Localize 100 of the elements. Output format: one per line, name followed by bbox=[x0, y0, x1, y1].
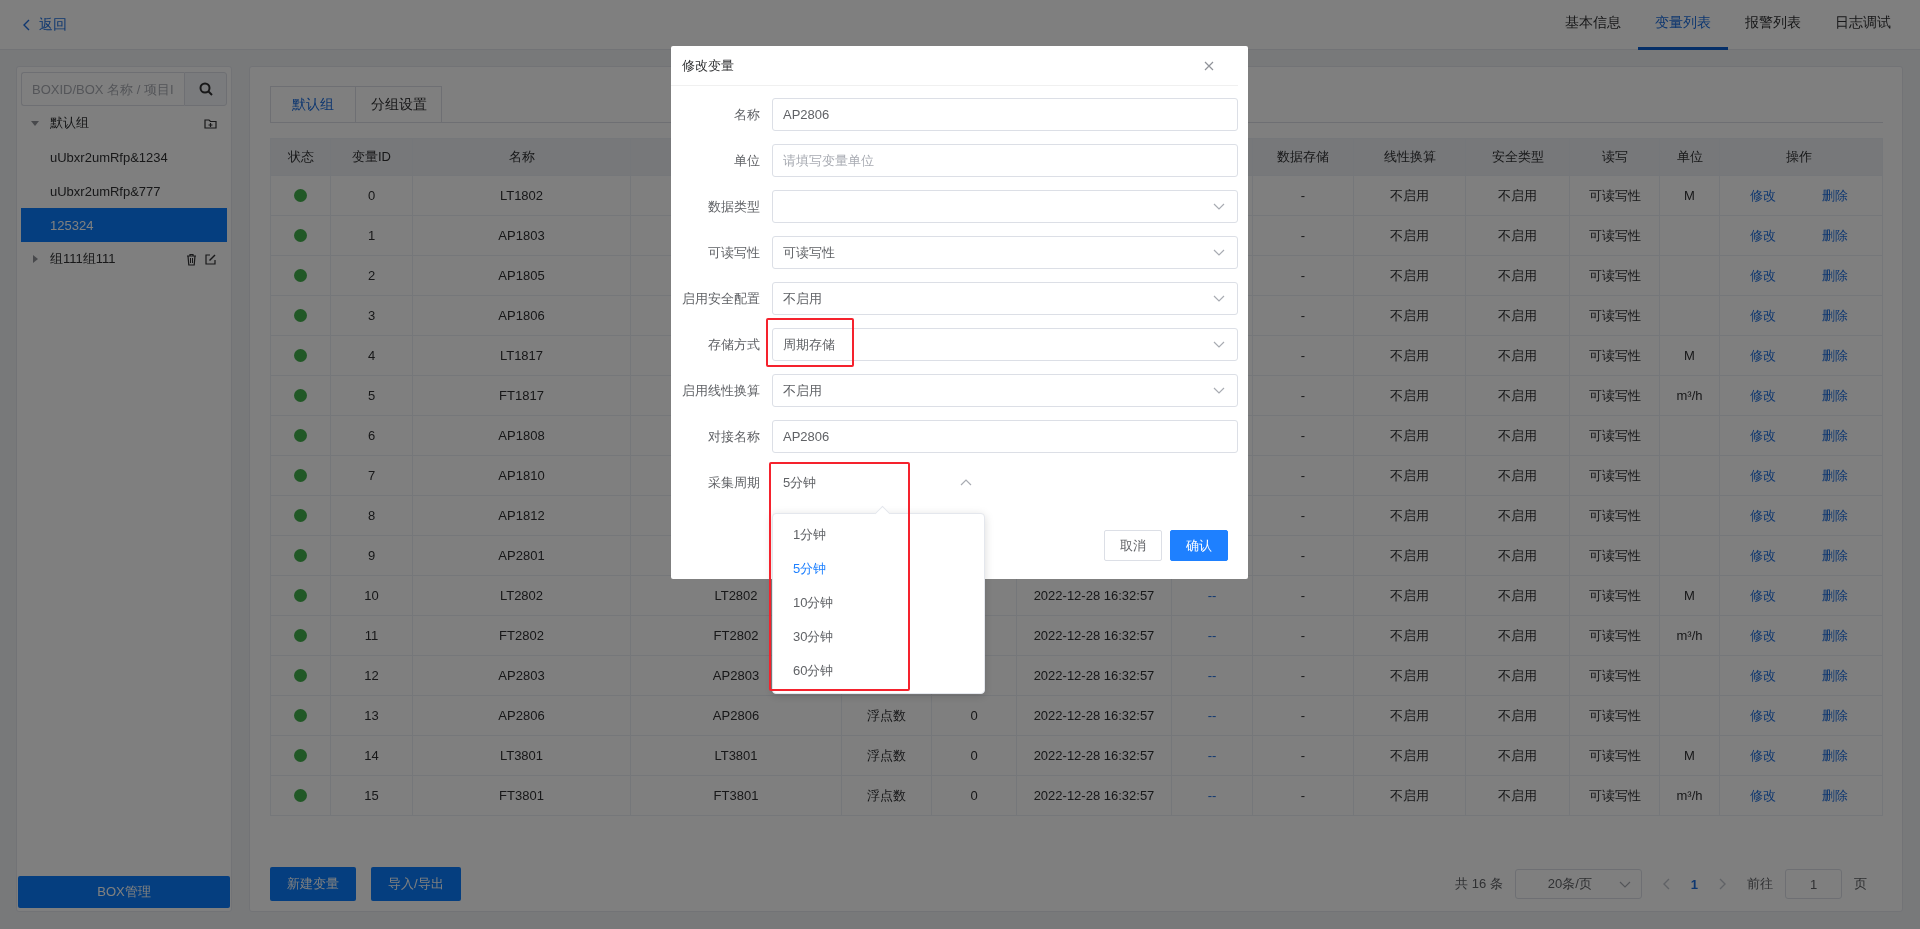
table-cell: 2022-12-28 16:32:57 bbox=[1033, 748, 1155, 763]
edit-link[interactable]: 修改 bbox=[1750, 386, 1776, 405]
tree-item[interactable]: 组111组111 bbox=[21, 242, 227, 276]
delete-link[interactable]: 删除 bbox=[1822, 346, 1848, 365]
column-header: 线性换算 bbox=[1354, 139, 1466, 175]
field-label: 启用安全配置 bbox=[681, 289, 761, 308]
dropdown-option[interactable]: 10分钟 bbox=[773, 586, 984, 620]
delete-link[interactable]: 删除 bbox=[1822, 266, 1848, 285]
dropdown-option[interactable]: 5分钟 bbox=[773, 552, 984, 586]
select-field[interactable]: 不启用 bbox=[772, 282, 1238, 315]
table-cell: 2022-12-28 16:32:57 bbox=[1033, 588, 1155, 603]
table-cell: 可读写性 bbox=[1588, 586, 1641, 605]
cell-link[interactable]: -- bbox=[1207, 628, 1217, 643]
table-cell: FT3801 bbox=[713, 788, 759, 803]
page-size-select[interactable]: 20条/页 bbox=[1514, 869, 1642, 899]
page-number[interactable]: 1 bbox=[1690, 876, 1698, 892]
delete-link[interactable]: 删除 bbox=[1822, 786, 1848, 805]
dropdown-option[interactable]: 30分钟 bbox=[773, 620, 984, 654]
cell-link[interactable]: -- bbox=[1207, 668, 1217, 683]
tab[interactable]: 默认组 bbox=[270, 86, 356, 122]
text-field[interactable]: 请填写变量单位 bbox=[772, 144, 1238, 177]
tab[interactable]: 日志调试 bbox=[1818, 0, 1908, 50]
search-button[interactable] bbox=[184, 72, 227, 106]
edit-link[interactable]: 修改 bbox=[1750, 186, 1776, 205]
delete-link[interactable]: 删除 bbox=[1822, 666, 1848, 685]
dropdown-option[interactable]: 60分钟 bbox=[773, 654, 984, 688]
table-cell: 浮点数 bbox=[867, 706, 906, 725]
field-label: 可读写性 bbox=[707, 243, 761, 262]
cell-link[interactable]: -- bbox=[1207, 588, 1217, 603]
table-cell: 8 bbox=[367, 508, 376, 523]
table-cell: 不启用 bbox=[1390, 546, 1429, 565]
delete-link[interactable]: 删除 bbox=[1822, 506, 1848, 525]
table-cell: 15 bbox=[364, 788, 379, 803]
edit-link[interactable]: 修改 bbox=[1750, 786, 1776, 805]
edit-link[interactable]: 修改 bbox=[1750, 706, 1776, 725]
table-cell: - bbox=[1300, 548, 1306, 563]
status-dot bbox=[294, 429, 307, 442]
select-field[interactable]: 不启用 bbox=[772, 374, 1238, 407]
table-cell: AP2801 bbox=[498, 548, 545, 563]
edit-link[interactable]: 修改 bbox=[1750, 586, 1776, 605]
column-header: 单位 bbox=[1660, 139, 1720, 175]
edit-link[interactable]: 修改 bbox=[1750, 746, 1776, 765]
table-cell: LT2802 bbox=[499, 588, 544, 603]
delete-link[interactable]: 删除 bbox=[1822, 586, 1848, 605]
confirm-button[interactable]: 确认 bbox=[1170, 530, 1228, 561]
select-field[interactable]: 周期存储 bbox=[772, 328, 1238, 361]
chevron-up-icon bbox=[960, 478, 972, 487]
edit-link[interactable]: 修改 bbox=[1750, 466, 1776, 485]
tab[interactable]: 变量列表 bbox=[1638, 0, 1728, 50]
table-cell: 10 bbox=[364, 588, 379, 603]
delete-link[interactable]: 删除 bbox=[1822, 386, 1848, 405]
delete-link[interactable]: 删除 bbox=[1822, 626, 1848, 645]
cell-link[interactable]: -- bbox=[1207, 748, 1217, 763]
table-cell: 0 bbox=[367, 188, 376, 203]
footer-button[interactable]: 导入/导出 bbox=[371, 867, 461, 901]
delete-link[interactable]: 删除 bbox=[1822, 546, 1848, 565]
cancel-button[interactable]: 取消 bbox=[1104, 530, 1162, 561]
box-manage-button[interactable]: BOX管理 bbox=[18, 876, 230, 908]
tab[interactable]: 基本信息 bbox=[1548, 0, 1638, 50]
chevron-down-icon bbox=[1213, 386, 1225, 395]
field-label: 启用线性换算 bbox=[681, 381, 761, 400]
edit-link[interactable]: 修改 bbox=[1750, 666, 1776, 685]
cell-link[interactable]: -- bbox=[1207, 788, 1217, 803]
back-link[interactable]: 返回 bbox=[22, 15, 67, 34]
tree-item[interactable]: 125324 bbox=[21, 208, 227, 242]
tab[interactable]: 报警列表 bbox=[1728, 0, 1818, 50]
edit-link[interactable]: 修改 bbox=[1750, 226, 1776, 245]
edit-link[interactable]: 修改 bbox=[1750, 266, 1776, 285]
tree-item[interactable]: uUbxr2umRfp&1234 bbox=[21, 140, 227, 174]
delete-link[interactable]: 删除 bbox=[1822, 746, 1848, 765]
dropdown-option[interactable]: 1分钟 bbox=[773, 518, 984, 552]
text-field[interactable]: AP2806 bbox=[772, 420, 1238, 453]
status-dot bbox=[294, 389, 307, 402]
chevron-left-icon bbox=[22, 18, 31, 31]
footer-button[interactable]: 新建变量 bbox=[270, 867, 356, 901]
table-cell: 4 bbox=[367, 348, 376, 363]
edit-link[interactable]: 修改 bbox=[1750, 546, 1776, 565]
tree-item[interactable]: 默认组 bbox=[21, 106, 227, 140]
delete-link[interactable]: 删除 bbox=[1822, 306, 1848, 325]
page-input[interactable]: 1 bbox=[1785, 869, 1842, 899]
table-cell: 不启用 bbox=[1498, 466, 1537, 485]
delete-link[interactable]: 删除 bbox=[1822, 706, 1848, 725]
folder-plus-icon bbox=[204, 116, 217, 130]
delete-link[interactable]: 删除 bbox=[1822, 186, 1848, 205]
delete-link[interactable]: 删除 bbox=[1822, 466, 1848, 485]
tree-item[interactable]: uUbxr2umRfp&777 bbox=[21, 174, 227, 208]
tab[interactable]: 分组设置 bbox=[356, 86, 442, 122]
caret-down-icon bbox=[31, 119, 39, 127]
cell-link[interactable]: -- bbox=[1207, 708, 1217, 723]
table-cell: M bbox=[1684, 188, 1695, 203]
edit-link[interactable]: 修改 bbox=[1750, 346, 1776, 365]
edit-link[interactable]: 修改 bbox=[1750, 306, 1776, 325]
edit-link[interactable]: 修改 bbox=[1750, 626, 1776, 645]
select-field[interactable]: 可读写性 bbox=[772, 236, 1238, 269]
delete-link[interactable]: 删除 bbox=[1822, 426, 1848, 445]
text-field[interactable]: AP2806 bbox=[772, 98, 1238, 131]
edit-link[interactable]: 修改 bbox=[1750, 506, 1776, 525]
delete-link[interactable]: 删除 bbox=[1822, 226, 1848, 245]
edit-link[interactable]: 修改 bbox=[1750, 426, 1776, 445]
select-field[interactable] bbox=[772, 190, 1238, 223]
